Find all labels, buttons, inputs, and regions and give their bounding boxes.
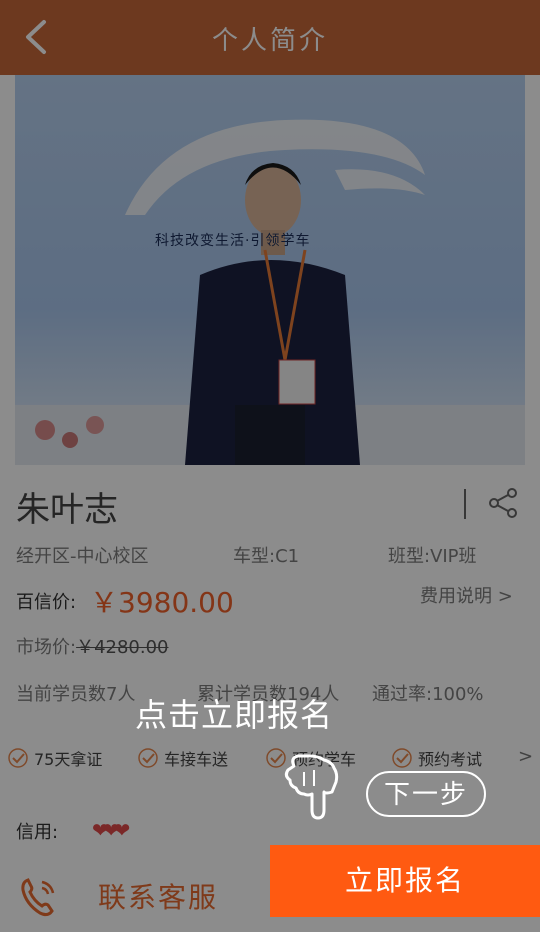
pointing-hand-icon — [284, 754, 339, 820]
next-step-button[interactable]: 下一步 — [366, 771, 486, 817]
register-button[interactable]: 立即报名 — [270, 845, 540, 917]
guide-tip: 点击立即报名 — [135, 696, 334, 734]
